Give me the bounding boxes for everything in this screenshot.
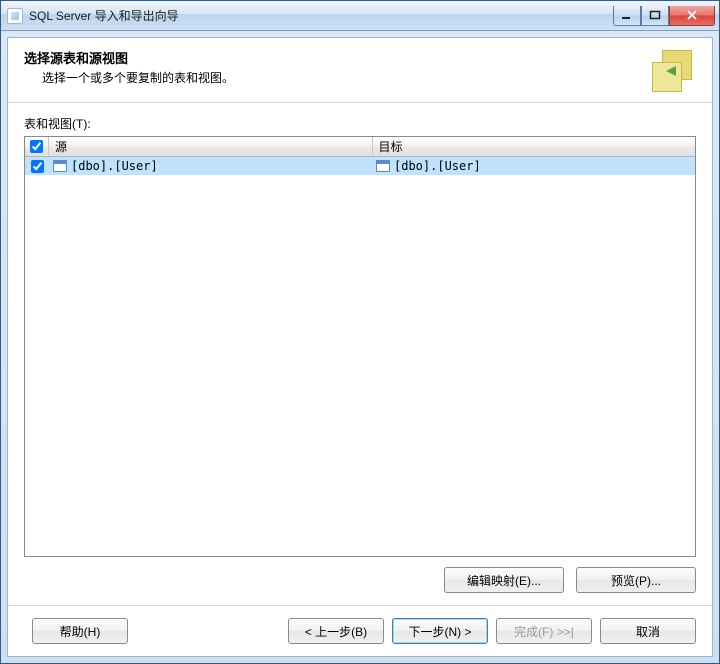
row-checkbox[interactable]: [31, 160, 44, 173]
grid-buttons: 编辑映射(E)... 预览(P)...: [24, 557, 696, 597]
preview-button[interactable]: 预览(P)...: [576, 567, 696, 593]
app-icon: [7, 8, 23, 24]
title-bar[interactable]: SQL Server 导入和导出向导: [1, 1, 719, 31]
next-button[interactable]: 下一步(N) >: [392, 618, 488, 644]
tables-grid[interactable]: 源 目标 [dbo].[User]: [24, 136, 696, 557]
window-frame: 选择源表和源视图 选择一个或多个要复制的表和视图。 表和视图(T):: [1, 31, 719, 663]
page-subtitle: 选择一个或多个要复制的表和视图。: [42, 69, 650, 86]
wizard-header: 选择源表和源视图 选择一个或多个要复制的表和视图。: [8, 38, 712, 103]
row-target-text: [dbo].[User]: [394, 159, 481, 173]
row-source-text: [dbo].[User]: [71, 159, 158, 173]
table-icon: [376, 160, 390, 172]
row-source-cell[interactable]: [dbo].[User]: [49, 159, 372, 173]
finish-button: 完成(F) >>|: [496, 618, 592, 644]
select-all-checkbox[interactable]: [30, 140, 43, 153]
close-button[interactable]: [669, 6, 715, 26]
cancel-button[interactable]: 取消: [600, 618, 696, 644]
window-title: SQL Server 导入和导出向导: [29, 7, 613, 24]
maximize-button[interactable]: [641, 6, 669, 26]
wizard-footer: 帮助(H) < 上一步(B) 下一步(N) > 完成(F) >>| 取消: [8, 605, 712, 656]
help-button[interactable]: 帮助(H): [32, 618, 128, 644]
table-icon: [53, 160, 67, 172]
back-button[interactable]: < 上一步(B): [288, 618, 384, 644]
tables-label: 表和视图(T):: [24, 115, 696, 132]
row-target-cell[interactable]: [dbo].[User]: [372, 159, 695, 173]
client-area: 选择源表和源视图 选择一个或多个要复制的表和视图。 表和视图(T):: [7, 37, 713, 657]
wizard-window: SQL Server 导入和导出向导 选择源表和源视图 选择一个或多个要复制的表…: [0, 0, 720, 664]
table-row[interactable]: [dbo].[User] [dbo].[User]: [25, 157, 695, 175]
grid-header: 源 目标: [25, 137, 695, 157]
header-checkbox-cell[interactable]: [25, 137, 49, 156]
row-checkbox-cell[interactable]: [25, 160, 49, 173]
minimize-button[interactable]: [613, 6, 641, 26]
window-controls: [613, 6, 715, 26]
column-header-target[interactable]: 目标: [373, 137, 696, 156]
grid-rows: [dbo].[User] [dbo].[User]: [25, 157, 695, 556]
wizard-body: 表和视图(T): 源 目标: [8, 103, 712, 605]
column-header-source[interactable]: 源: [49, 137, 373, 156]
wizard-logo-icon: [650, 48, 696, 94]
page-title: 选择源表和源视图: [24, 48, 650, 67]
edit-mapping-button[interactable]: 编辑映射(E)...: [444, 567, 564, 593]
